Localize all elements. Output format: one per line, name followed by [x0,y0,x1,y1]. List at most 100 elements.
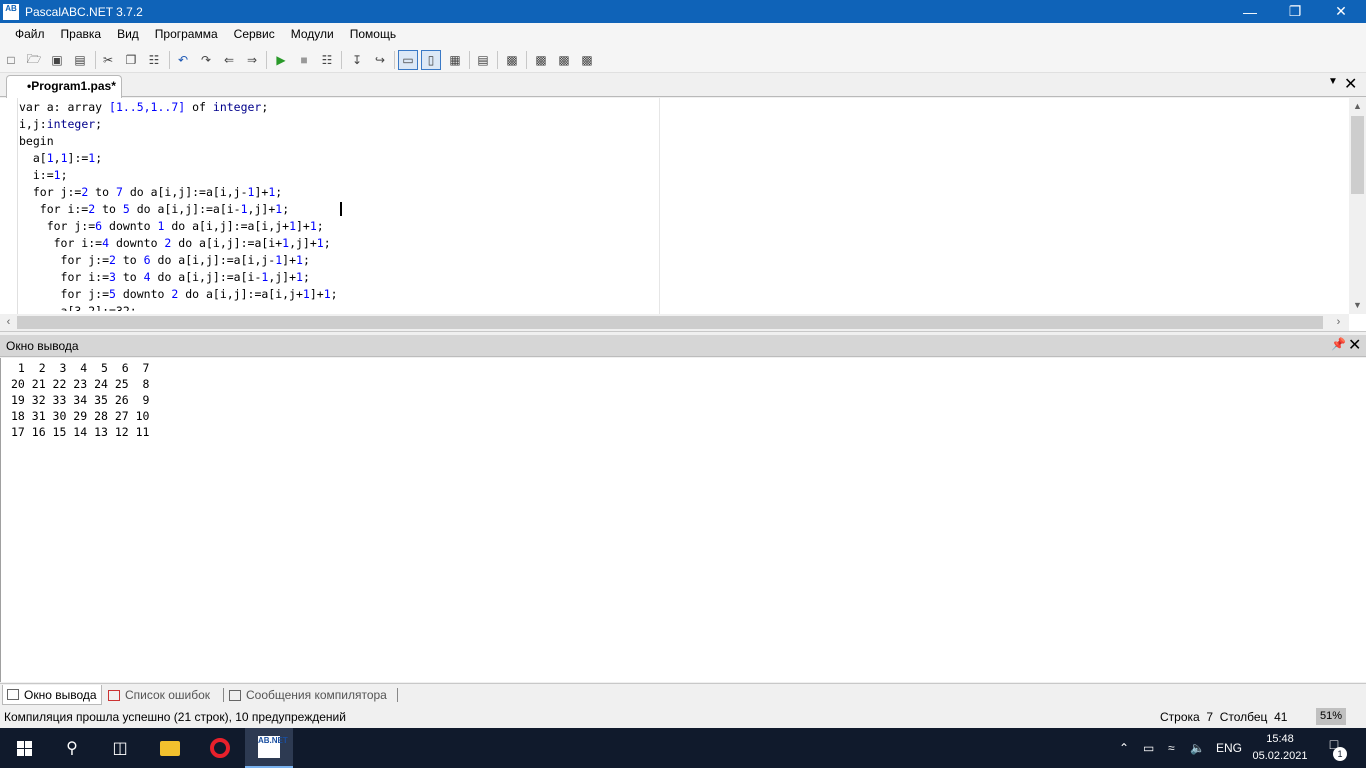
battery-icon[interactable]: ▭ [1143,728,1154,768]
menu-view[interactable]: Вид [109,23,147,46]
search-icon[interactable]: ⚲ [48,728,96,768]
opera-browser-button[interactable] [196,728,244,768]
code-token: for j:= [19,253,110,267]
scroll-left-icon[interactable]: ‹ [0,314,17,331]
menu-help[interactable]: Помощь [342,23,404,46]
paste-icon[interactable]: ☷ [144,50,164,70]
format-code-icon[interactable]: ▤ [473,50,493,70]
code-line[interactable]: for j:=2 to 7 do a[i,j]:=a[i,j-1]+1; [19,184,1349,201]
menu-edit[interactable]: Правка [53,23,110,46]
compiler-messages-icon [229,689,241,701]
save-all-icon[interactable]: ▤ [70,50,90,70]
close-tab-button[interactable]: ✕ [1344,74,1357,94]
minimize-button[interactable]: — [1227,0,1273,23]
tab-output-window[interactable]: Окно вывода [2,685,102,705]
menu-modules[interactable]: Модули [283,23,342,46]
task-view-icon[interactable]: ◫ [96,728,144,768]
form-designer-icon[interactable]: ▩ [502,50,522,70]
code-token: ; [95,151,103,165]
volume-icon[interactable]: 🔈 [1190,728,1205,768]
save-icon[interactable]: ▣ [47,50,67,70]
code-token: ]+ [254,185,269,199]
code-token: ; [323,236,331,250]
code-line[interactable]: var a: array [1..5,1..7] of integer; [19,99,1349,116]
tab-separator [223,688,224,702]
output-window[interactable]: 1 2 3 4 5 6 7 20 21 22 23 24 25 8 19 32 … [0,358,1366,682]
code-token: ]:= [67,151,89,165]
scroll-right-icon[interactable]: › [1330,314,1347,331]
new-file-icon[interactable]: □ [1,50,21,70]
code-token: for i:= [19,270,110,284]
app-logo-icon: AB [3,3,19,20]
code-token: for i:= [19,236,103,250]
show-hidden-icons[interactable]: ⌃ [1119,728,1129,768]
code-line[interactable]: i,j:integer; [19,116,1349,133]
tab-list-dropdown-icon[interactable]: ▼ [1328,76,1338,87]
open-folder-icon[interactable]: 🗁 [24,50,44,70]
step-over-icon[interactable]: ↪ [370,50,390,70]
code-line[interactable]: begin [19,133,1349,150]
start-button[interactable] [0,728,48,768]
split-window-icon[interactable]: ▦ [445,50,465,70]
menu-service[interactable]: Сервис [226,23,283,46]
close-window-button[interactable]: ✕ [1318,0,1364,23]
code-line[interactable]: for i:=4 downto 2 do a[i,j]:=a[i+1,j]+1; [19,235,1349,252]
tab-program1[interactable]: •Program1.pas* [6,75,122,98]
code-token: ,j]+ [268,270,297,284]
tab-error-list[interactable]: Список ошибок [104,685,222,705]
code-token: to [88,185,116,199]
output-window-icon[interactable]: ▭ [398,50,418,70]
menu-program[interactable]: Программа [147,23,226,46]
pin-icon[interactable]: 📌 [1331,337,1346,351]
code-line[interactable]: for j:=2 to 6 do a[i,j]:=a[i,j-1]+1; [19,252,1349,269]
code-line[interactable]: for i:=3 to 4 do a[i,j]:=a[i-1,j]+1; [19,269,1349,286]
tab-label: Список ошибок [125,688,211,702]
clock[interactable]: 15:48 05.02.2021 [1250,731,1310,765]
tab-compiler-messages[interactable]: Сообщения компилятора [225,685,395,705]
editor-horizontal-scrollbar[interactable]: ‹ › [0,314,1349,331]
code-line[interactable]: a[3,2]:=32; [19,303,1349,311]
code-line[interactable]: for j:=6 downto 1 do a[i,j]:=a[i,j+1]+1; [19,218,1349,235]
code-line[interactable]: for j:=5 downto 2 do a[i,j]:=a[i,j+1]+1; [19,286,1349,303]
maximize-button[interactable]: ❐ [1272,0,1318,23]
run-icon[interactable]: ▶ [271,50,291,70]
code-token: , [53,151,61,165]
scroll-thumb[interactable] [1351,116,1364,194]
cut-icon[interactable]: ✂ [98,50,118,70]
find-back-icon[interactable]: ⇐ [219,50,239,70]
stop-icon[interactable]: ■ [294,50,314,70]
step-into-icon[interactable]: ↧ [347,50,367,70]
scroll-up-icon[interactable]: ▲ [1349,98,1366,115]
toolbar: □ 🗁 ▣ ▤ ✂ ❐ ☷ ↶ ↷ ⇐ ⇒ ▶ ■ ☷ ↧ ↪ ▭ ▯ ▦ ▤ … [0,46,1366,73]
code-token: ; [282,202,290,216]
compile-icon[interactable]: ☷ [317,50,337,70]
copy-icon[interactable]: ❐ [121,50,141,70]
editor-window-icon[interactable]: ▯ [421,50,441,70]
code-line[interactable]: for i:=2 to 5 do a[i,j]:=a[i-1,j]+1; [19,201,1349,218]
debug-window-3-icon[interactable]: ▩ [577,50,597,70]
code-area[interactable]: var a: array [1..5,1..7] of integer; i,j:… [19,99,1349,311]
code-editor[interactable]: var a: array [1..5,1..7] of integer; i,j:… [0,98,1366,332]
debug-window-2-icon[interactable]: ▩ [554,50,574,70]
wifi-icon[interactable]: ≈ [1168,728,1175,768]
code-token: downto [109,236,165,250]
code-token: downto [102,219,158,233]
find-forward-icon[interactable]: ⇒ [242,50,262,70]
pascalabc-taskbar-button[interactable]: AB.NET [245,728,293,768]
code-line[interactable]: a[1,1]:=1; [19,150,1349,167]
editor-vertical-scrollbar[interactable]: ▲ ▼ [1349,98,1366,314]
scroll-thumb[interactable] [17,316,1323,329]
code-token: 1 [316,236,324,250]
close-output-button[interactable]: ✕ [1348,335,1361,355]
clock-time: 15:48 [1266,733,1294,745]
menu-file[interactable]: Файл [7,23,53,46]
file-explorer-button[interactable] [146,728,194,768]
code-token: 1 [240,202,248,216]
undo-icon[interactable]: ↶ [173,50,193,70]
debug-window-1-icon[interactable]: ▩ [531,50,551,70]
code-line[interactable]: i:=1; [19,167,1349,184]
redo-icon[interactable]: ↷ [196,50,216,70]
output-text: 1 2 3 4 5 6 7 20 21 22 23 24 25 8 19 32 … [11,360,149,440]
language-indicator[interactable]: ENG [1216,728,1242,768]
scroll-down-icon[interactable]: ▼ [1349,297,1366,314]
